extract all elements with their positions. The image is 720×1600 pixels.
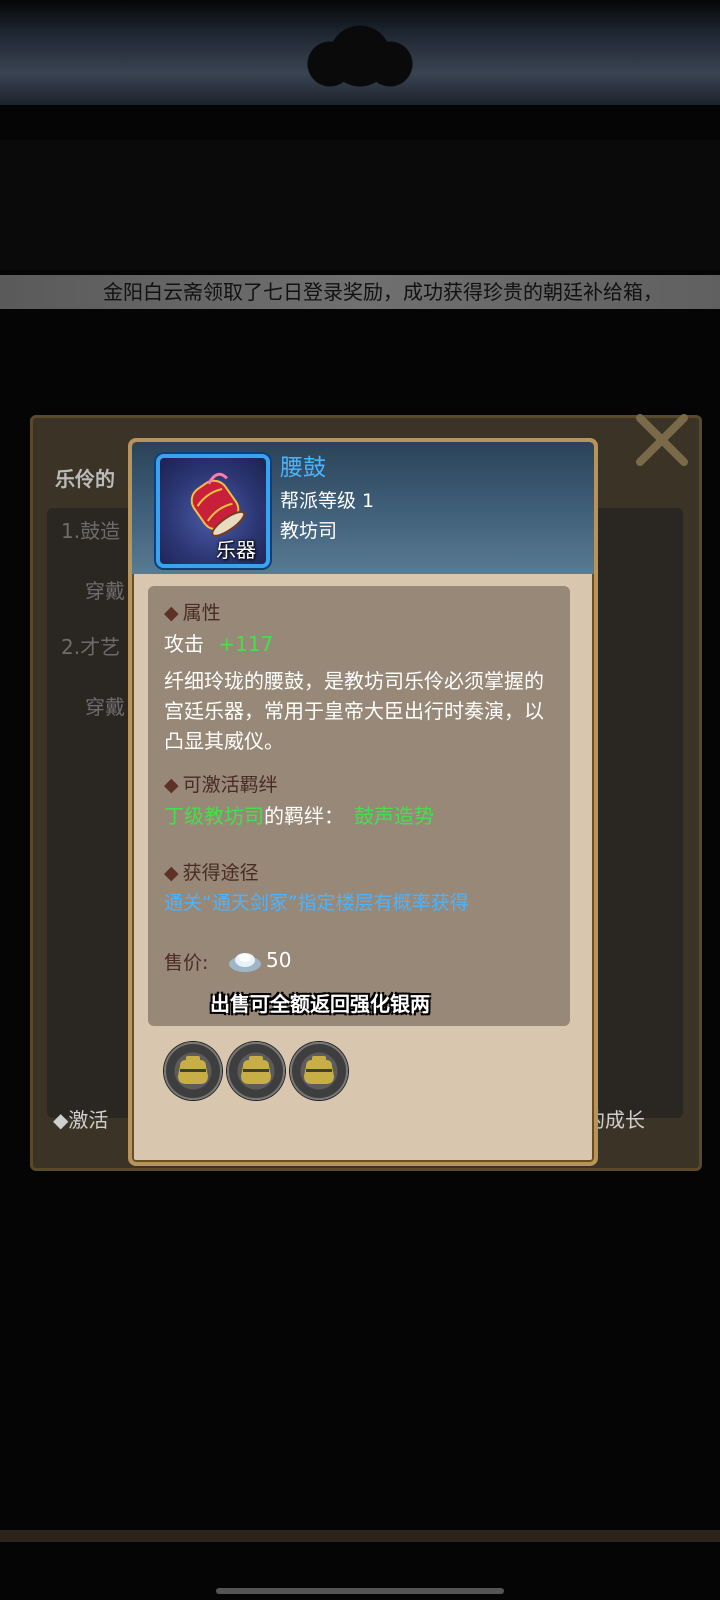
source-text[interactable]: 通关“通天剑冢”指定楼层有概率获得 — [164, 888, 469, 915]
marquee-text: 金阳白云斋领取了七日登录奖励，成功获得珍贵的朝廷补给箱， — [103, 280, 663, 304]
source-section-title: ◆ 获得途径 — [164, 862, 259, 884]
bond-name: 鼓声造势 — [354, 804, 434, 828]
popup-header: 乐器 腰鼓 帮派等级 1 教坊司 — [132, 442, 594, 574]
attributes-section-title: ◆ 属性 — [164, 602, 221, 624]
bond-target: 丁级教坊司 — [164, 804, 264, 828]
item-level: 帮派等级 1 — [280, 490, 375, 512]
item-guild: 教坊司 — [280, 520, 338, 542]
bond-row: 丁级教坊司的羁绊： 鼓声造势 — [164, 800, 434, 829]
sell-price-label: 售价: — [164, 952, 209, 974]
sell-price-value: 50 — [266, 948, 292, 972]
diamond-bullet-icon: ◆ — [164, 602, 179, 624]
locked-slot-icon[interactable] — [227, 1042, 285, 1100]
back-item-1-label: 1.鼓造 — [61, 519, 121, 543]
item-icon-frame: 乐器 — [156, 454, 270, 568]
item-name: 腰鼓 — [280, 455, 326, 481]
back-panel-subtitle: 乐伶的 — [55, 467, 115, 491]
stat-row: 攻击 +117 — [164, 628, 273, 657]
home-indicator[interactable] — [216, 1588, 504, 1594]
back-item-1-sub: 穿戴 — [85, 579, 125, 603]
bottom-divider — [0, 1530, 720, 1542]
cloud-ornament — [300, 20, 420, 100]
stat-value: +117 — [218, 632, 274, 656]
waist-drum-icon — [182, 472, 248, 538]
close-icon[interactable] — [632, 410, 692, 470]
bond-section-title: ◆ 可激活羁绊 — [164, 774, 278, 796]
locked-slot-icon[interactable] — [290, 1042, 348, 1100]
announcement-marquee: 金阳白云斋领取了七日登录奖励，成功获得珍贵的朝廷补给箱， — [0, 275, 720, 309]
diamond-bullet-icon: ◆ — [164, 862, 179, 884]
stat-label: 攻击 — [164, 632, 204, 656]
back-item-2-sub: 穿戴 — [85, 695, 125, 719]
background-status-area — [0, 140, 720, 270]
item-category-label: 乐器 — [216, 538, 256, 562]
locked-slot-icon[interactable] — [164, 1042, 222, 1100]
back-footer-left: ◆激活 — [53, 1108, 109, 1132]
item-detail-popup: 乐器 腰鼓 帮派等级 1 教坊司 ◆ 属性 攻击 +117 纤细玲珑的腰鼓，是教坊… — [128, 438, 598, 1166]
sell-note: 出售可全额返回强化银两 — [210, 992, 430, 1016]
back-item-2-label: 2.才艺 — [61, 635, 121, 659]
bond-middle: 的羁绊： — [264, 804, 344, 828]
item-info-box: ◆ 属性 攻击 +117 纤细玲珑的腰鼓，是教坊司乐伶必须掌握的宫廷乐器，常用于皇… — [148, 586, 570, 1026]
silver-ingot-icon — [228, 946, 262, 974]
item-description: 纤细玲珑的腰鼓，是教坊司乐伶必须掌握的宫廷乐器，常用于皇帝大臣出行时奏演，以凸显… — [164, 669, 544, 753]
diamond-bullet-icon: ◆ — [164, 774, 179, 796]
roof-decoration — [0, 0, 720, 105]
